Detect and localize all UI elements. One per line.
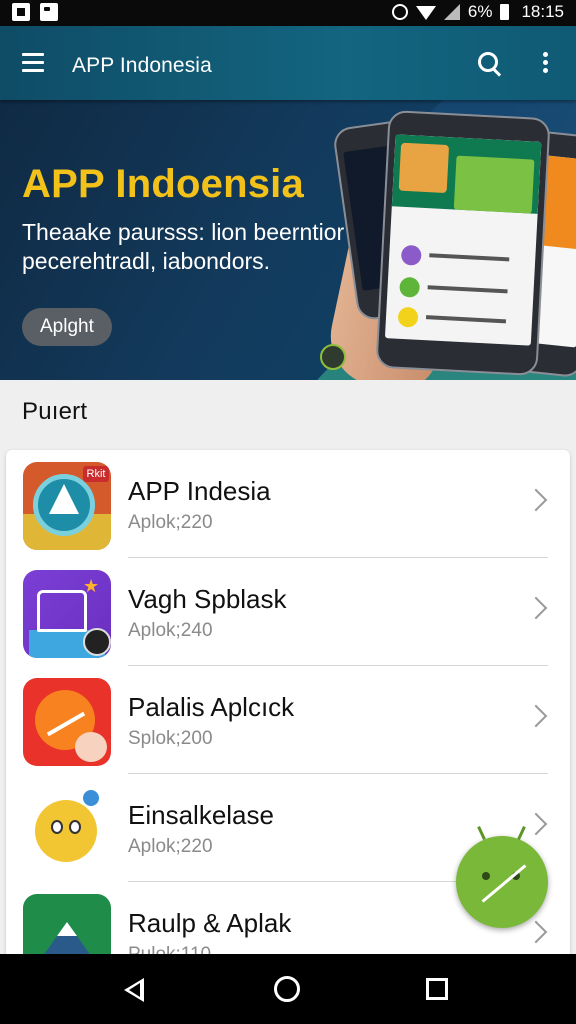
alarm-icon: [391, 4, 408, 20]
vagh-spblask-icon: ★: [23, 570, 111, 658]
app-title: Einsalkelase: [128, 800, 274, 830]
icon-badge: Rkit: [83, 466, 109, 482]
more-vert-icon[interactable]: [540, 52, 550, 76]
recents-icon[interactable]: [426, 978, 448, 1000]
banner-subtitle: Theaake paursss: lion beerntior pecereht…: [22, 219, 345, 274]
battery-percent: 6%: [467, 2, 493, 21]
palalis-icon: [23, 678, 111, 766]
chevron-right-icon: [524, 704, 548, 728]
einsalkelase-icon: [23, 786, 111, 874]
app-bar: APP Indonesia: [0, 26, 576, 100]
menu-icon[interactable]: [22, 53, 44, 72]
status-bar: 6% 18:15: [0, 0, 576, 26]
notification-square-icon: [40, 3, 58, 21]
app-title: Palalis Aplcıck: [128, 692, 295, 722]
chevron-right-icon: [524, 812, 548, 836]
promo-banner[interactable]: APP Indoensia Theaake paursss: lion beer…: [0, 100, 576, 380]
app-bar-title: APP Indonesia: [72, 54, 212, 77]
wifi-icon: [415, 6, 436, 20]
app-title: APP Indesia: [128, 476, 271, 506]
banner-button[interactable]: Aplght: [22, 308, 112, 346]
app-title: Vagh Spblask: [128, 584, 287, 614]
section-title: Puıert: [22, 398, 88, 425]
app-subtitle: Aplok;220: [128, 512, 213, 533]
navigation-bar: [0, 954, 576, 1024]
list-item[interactable]: Palalis Aplcıck Splok;200: [6, 666, 570, 774]
search-icon[interactable]: [478, 52, 502, 77]
app-title: Raulp & Aplak: [128, 908, 292, 938]
clock: 18:15: [521, 2, 564, 21]
list-item[interactable]: Rkit APP Indesia Aplok;220: [6, 450, 570, 558]
back-icon[interactable]: [124, 978, 144, 1002]
app-subtitle: Splok;200: [128, 728, 213, 749]
home-icon[interactable]: [274, 976, 300, 1002]
list-item[interactable]: ★ Vagh Spblask Aplok;240: [6, 558, 570, 666]
notification-square-icon: [12, 3, 30, 21]
chevron-right-icon: [524, 596, 548, 620]
app-indesia-icon: Rkit: [23, 462, 111, 550]
phone-illustration: [375, 109, 551, 377]
badge-icon: [320, 344, 346, 370]
chevron-right-icon: [524, 920, 548, 944]
app-subtitle: Aplok;220: [128, 836, 213, 857]
banner-title: APP Indoensia: [22, 162, 304, 206]
battery-icon: [500, 4, 510, 20]
app-subtitle: Aplok;240: [128, 620, 213, 641]
signal-icon: [443, 4, 460, 20]
chevron-right-icon: [524, 488, 548, 512]
android-fab-button[interactable]: [456, 836, 548, 928]
